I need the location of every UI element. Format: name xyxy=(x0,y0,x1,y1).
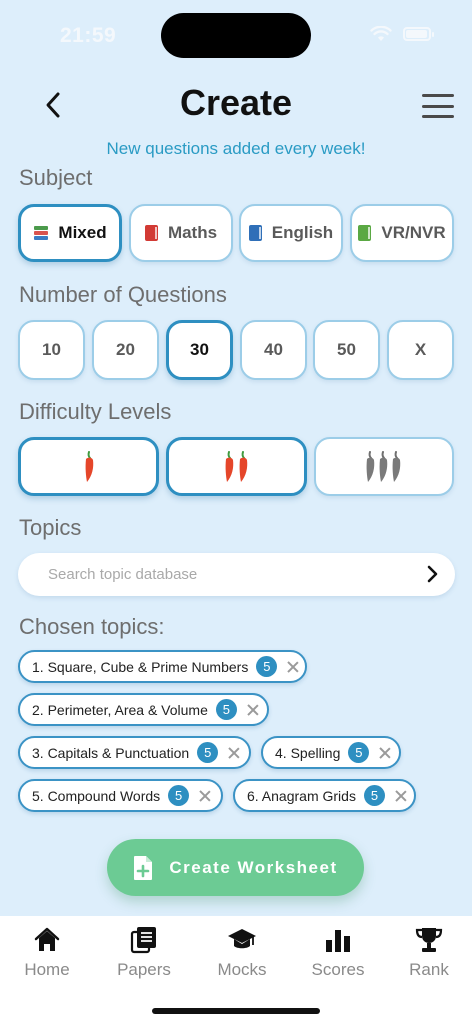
topic-tag-label: 2. Perimeter, Area & Volume xyxy=(32,701,208,718)
topic-tag-label: 4. Spelling xyxy=(275,744,341,761)
questions-option-50[interactable]: 50 xyxy=(313,320,380,380)
subject-chip-mixed[interactable]: Mixed xyxy=(18,204,122,262)
status-bar: 21:59 xyxy=(0,0,472,70)
difficulty-option-2[interactable] xyxy=(166,437,307,496)
battery-icon xyxy=(403,27,434,41)
tab-home[interactable]: Home xyxy=(2,926,92,980)
difficulty-label: Difficulty Levels xyxy=(19,399,172,424)
papers-icon xyxy=(130,927,156,954)
books-icon xyxy=(34,226,49,240)
subject-chip-english[interactable]: English xyxy=(239,204,343,262)
questions-option-30[interactable]: 30 xyxy=(166,320,233,380)
topic-search-input[interactable]: Search topic database xyxy=(18,553,455,596)
questions-option-label: 20 xyxy=(116,340,135,359)
green-book-icon xyxy=(358,225,372,241)
search-placeholder: Search topic database xyxy=(48,566,198,583)
chosen-topics-label: Chosen topics: xyxy=(19,614,165,639)
topic-tag: 4. Spelling 5 xyxy=(261,736,401,769)
questions-option-10[interactable]: 10 xyxy=(18,320,85,380)
subject-chip-vr-nvr[interactable]: VR/NVR xyxy=(350,204,454,262)
topic-tag: 5. Compound Words 5 xyxy=(18,779,223,812)
trophy-icon xyxy=(415,928,443,952)
tab-label: Home xyxy=(24,960,70,979)
tab-label: Mocks xyxy=(217,960,267,979)
home-indicator xyxy=(152,1008,320,1014)
create-worksheet-button[interactable]: Create Worksheet xyxy=(107,839,364,896)
topic-tag-label: 3. Capitals & Punctuation xyxy=(32,744,190,761)
tab-scores[interactable]: Scores xyxy=(293,926,383,980)
topic-tag: 2. Perimeter, Area & Volume 5 xyxy=(18,693,269,726)
topic-count-badge: 5 xyxy=(215,699,237,720)
close-icon[interactable] xyxy=(199,790,211,802)
topic-count-badge: 5 xyxy=(348,742,370,763)
questions-option-20[interactable]: 20 xyxy=(92,320,159,380)
topic-count-badge: 5 xyxy=(168,785,190,806)
topic-count-badge: 5 xyxy=(197,742,219,763)
blue-book-icon xyxy=(248,225,262,241)
chilli-pepper-icon xyxy=(366,450,401,482)
subject-chip-label: English xyxy=(271,223,334,242)
questions-option-label: 50 xyxy=(337,340,356,359)
bar-chart-icon xyxy=(326,930,350,952)
questions-option-x[interactable]: X xyxy=(387,320,454,380)
chilli-pepper-icon xyxy=(85,450,93,482)
close-icon[interactable] xyxy=(247,704,259,716)
graduation-cap-icon xyxy=(228,929,256,949)
menu-icon-line xyxy=(422,115,454,118)
questions-option-label: X xyxy=(414,340,427,359)
chevron-right-icon xyxy=(427,565,438,583)
wifi-icon xyxy=(370,26,392,41)
menu-icon-line xyxy=(422,104,454,108)
close-icon[interactable] xyxy=(379,747,391,759)
difficulty-option-3[interactable] xyxy=(314,437,454,496)
topics-label: Topics xyxy=(19,515,82,540)
red-book-icon xyxy=(144,225,158,241)
dynamic-island xyxy=(161,13,311,58)
questions-option-40[interactable]: 40 xyxy=(240,320,307,380)
questions-option-label: 40 xyxy=(264,340,283,359)
topic-tag-label: 1. Square, Cube & Prime Numbers xyxy=(32,658,249,675)
questions-option-label: 10 xyxy=(42,340,61,359)
topic-count-badge: 5 xyxy=(256,656,278,677)
menu-icon-line xyxy=(422,94,454,97)
topic-tag-label: 6. Anagram Grids xyxy=(247,787,356,804)
status-time: 21:59 xyxy=(60,24,117,47)
topic-tag-label: 5. Compound Words xyxy=(32,787,161,804)
tab-mocks[interactable]: Mocks xyxy=(197,926,287,980)
create-worksheet-label: Create Worksheet xyxy=(169,857,338,877)
close-icon[interactable] xyxy=(395,790,407,802)
chilli-pepper-icon xyxy=(225,450,247,482)
subject-chip-label: Maths xyxy=(167,223,218,242)
close-icon[interactable] xyxy=(287,661,299,673)
topic-tag: 1. Square, Cube & Prime Numbers 5 xyxy=(18,650,307,683)
topic-count-badge: 5 xyxy=(363,785,385,806)
subject-label: Subject xyxy=(19,165,93,190)
tab-label: Scores xyxy=(311,960,365,979)
questions-option-label: 30 xyxy=(190,340,209,359)
subject-chip-label: Mixed xyxy=(58,223,107,242)
topic-tag: 6. Anagram Grids 5 xyxy=(233,779,416,812)
difficulty-option-1[interactable] xyxy=(18,437,159,496)
subtitle: New questions added every week! xyxy=(106,139,366,158)
subject-chip-maths[interactable]: Maths xyxy=(129,204,233,262)
questions-label: Number of Questions xyxy=(19,282,227,307)
home-icon xyxy=(34,927,60,951)
tab-label: Rank xyxy=(409,960,449,979)
subject-chip-label: VR/NVR xyxy=(381,223,446,242)
menu-button[interactable] xyxy=(422,94,454,118)
close-icon[interactable] xyxy=(228,747,240,759)
tab-papers[interactable]: Papers xyxy=(99,926,189,980)
tab-rank[interactable]: Rank xyxy=(384,926,472,980)
add-document-icon xyxy=(134,855,153,880)
page-title: Create xyxy=(179,82,293,123)
tab-label: Papers xyxy=(117,960,171,979)
topic-tag: 3. Capitals & Punctuation 5 xyxy=(18,736,251,769)
